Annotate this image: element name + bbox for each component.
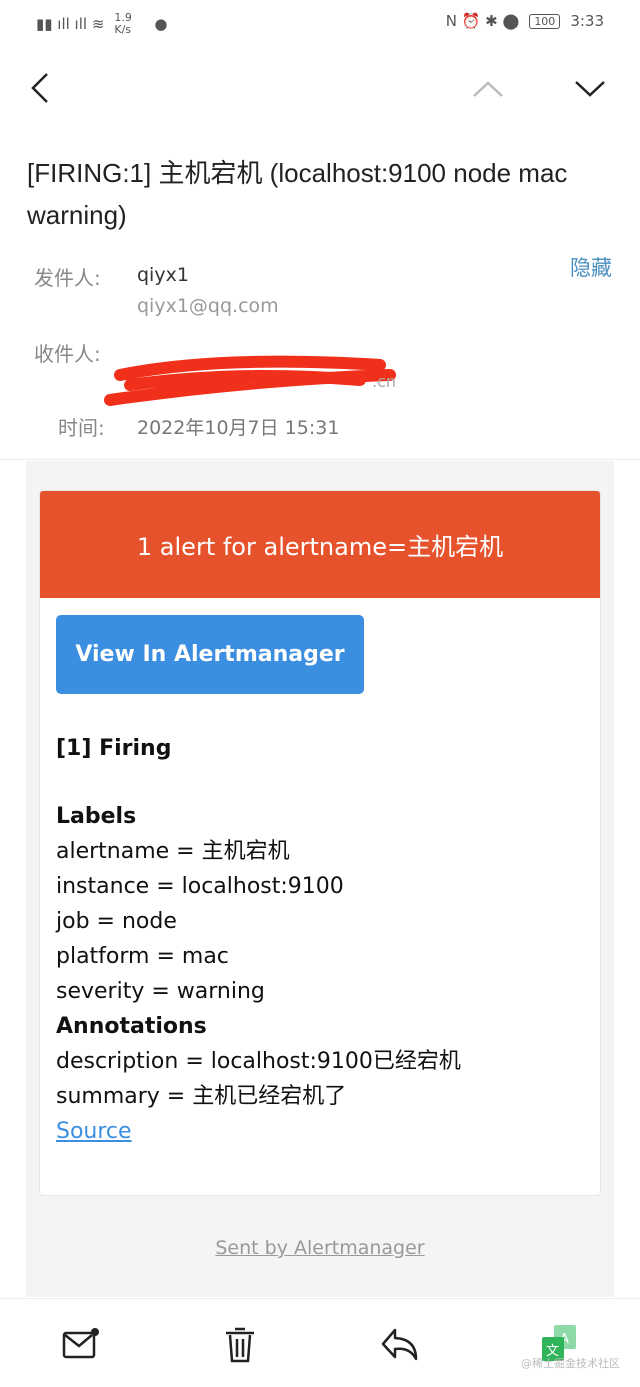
signal-icon: ▮▮ ıll ıll ≋ (36, 15, 105, 33)
view-in-alertmanager-button[interactable]: View In Alertmanager (56, 615, 364, 694)
label-item: instance = localhost:9100 (56, 874, 344, 899)
to-label: 收件人: (34, 342, 101, 366)
hide-details-link[interactable]: 隐藏 (570, 252, 612, 282)
previous-icon[interactable] (472, 80, 504, 98)
label-item: severity = warning (56, 979, 265, 1004)
alert-banner: 1 alert for alertname=主机宕机 (40, 491, 600, 598)
labels-heading: Labels (56, 804, 137, 829)
top-nav (0, 60, 640, 120)
annotation-item: description = localhost:9100已经宕机 (56, 1049, 461, 1074)
to-suffix: .cn (372, 372, 397, 391)
label-item: alertname = 主机宕机 (56, 839, 290, 864)
email-subject: [FIRING:1] 主机宕机 (localhost:9100 node mac… (27, 158, 568, 230)
next-icon[interactable] (574, 80, 606, 98)
label-item: job = node (56, 909, 177, 934)
source-link[interactable]: Source (56, 1119, 132, 1144)
time-value: 2022年10月7日 15:31 (137, 417, 340, 439)
from-email: qiyx1@qq.com (137, 295, 279, 317)
firing-heading: [1] Firing (56, 736, 172, 761)
status-bar: ▮▮ ıll ıll ≋ 1.9 K/s ● N ⏰ ✱ ⬤ 100 3:33 (0, 0, 640, 45)
alert-card: 1 alert for alertname=主机宕机 View In Alert… (39, 490, 601, 1196)
from-name: qiyx1 (137, 264, 189, 286)
reply-icon[interactable] (380, 1327, 420, 1363)
from-label: 发件人: (34, 266, 101, 290)
nfc-icon: N ⏰ ✱ ⬤ (445, 12, 520, 30)
qq-icon: ● (154, 15, 168, 33)
divider (0, 459, 640, 460)
bottom-toolbar: A文 (0, 1298, 640, 1387)
annotation-item: summary = 主机已经宕机了 (56, 1084, 347, 1109)
watermark: @稀土掘金技术社区 (521, 1357, 620, 1370)
network-speed: 1.9 K/s (114, 11, 132, 36)
time-label: 时间: (58, 416, 105, 440)
mark-unread-icon[interactable] (62, 1327, 100, 1361)
clock: 3:33 (570, 12, 604, 30)
annotations-heading: Annotations (56, 1014, 207, 1039)
battery-icon: 100 (529, 13, 561, 29)
redaction-scribble (104, 355, 396, 406)
sent-by-link[interactable]: Sent by Alertmanager (0, 1237, 640, 1259)
label-item: platform = mac (56, 944, 229, 969)
delete-icon[interactable] (224, 1327, 256, 1365)
back-icon[interactable] (30, 72, 50, 104)
